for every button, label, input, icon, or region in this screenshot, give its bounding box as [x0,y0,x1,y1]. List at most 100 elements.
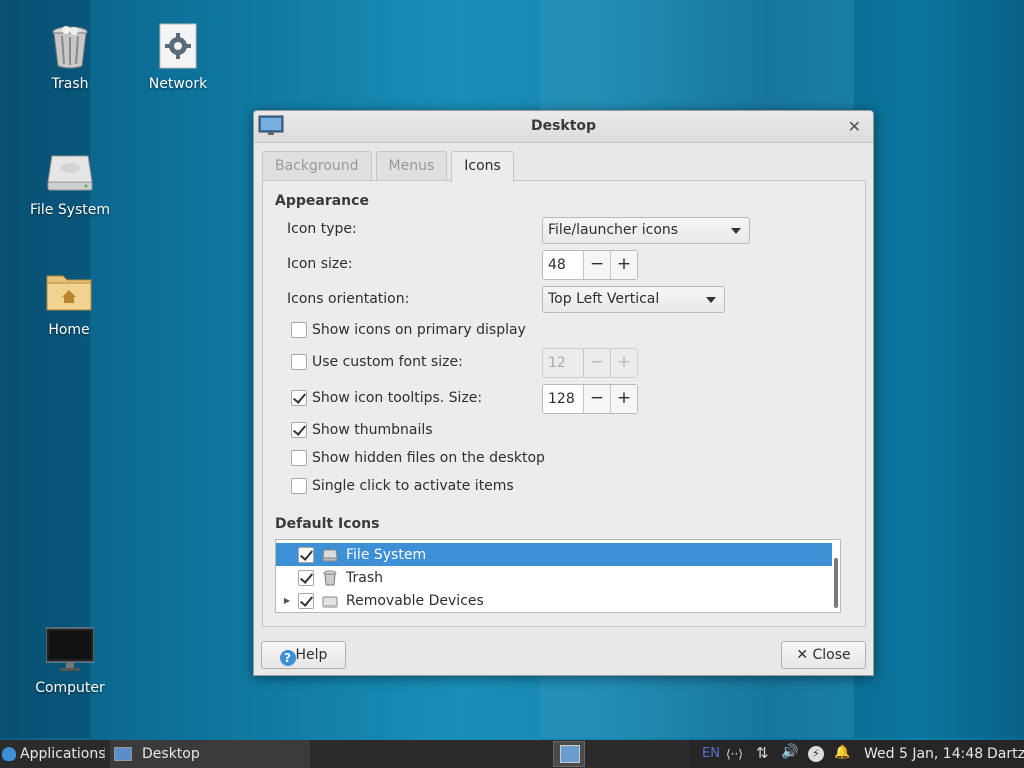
removable-drive-icon [322,593,338,609]
taskbar-separator [104,748,106,760]
hard-drive-icon [46,148,94,196]
icon-type-value: File/launcher icons [548,222,679,238]
default-icons-heading: Default Icons [275,516,380,532]
plus-icon[interactable]: + [610,385,637,413]
checkbox-box[interactable] [291,450,307,466]
icon-size-label: Icon size: [287,256,353,272]
gear-icon [154,22,202,70]
show-primary-checkbox[interactable]: Show icons on primary display [291,322,526,338]
checkbox-box[interactable] [291,422,307,438]
help-icon: ? [279,650,296,666]
minus-icon[interactable]: − [583,251,610,279]
desktop-icon-label: Trash [51,76,89,92]
checkbox-box[interactable] [291,354,307,370]
home-folder-icon [45,268,93,316]
desktop-icon-label: Network [148,76,208,92]
tooltips-checkbox[interactable]: Show icon tooltips. Size: [291,390,482,406]
custom-font-checkbox[interactable]: Use custom font size: [291,354,463,370]
icon-size-value[interactable]: 48 [543,251,583,279]
plus-icon[interactable]: + [610,251,637,279]
desktop-icon-computer[interactable]: Computer [15,626,125,696]
desktop-icon-trash[interactable]: Trash [15,22,125,92]
taskbar: Applications Desktop EN ⟨··⟩ ⇅ 🔊 ⚡ 🔔 Wed… [0,740,1024,768]
close-button[interactable]: ✕ Close [781,641,866,669]
list-item-trash[interactable]: Trash [276,566,832,589]
hard-drive-icon [322,547,338,563]
list-item-label: File System [346,546,427,563]
custom-font-label: Use custom font size: [312,354,463,370]
keyboard-layout-indicator[interactable]: EN [702,740,720,768]
notification-bell-icon[interactable]: 🔔 [834,745,850,761]
taskbar-task-desktop[interactable]: Desktop [110,740,310,768]
transfer-arrows-icon[interactable]: ⇅ [756,744,772,762]
chevron-down-icon [706,297,716,303]
list-item-removable-devices[interactable]: ▶ Removable Devices [276,589,832,612]
tab-background[interactable]: Background [262,151,372,181]
default-icons-list[interactable]: File System Trash ▶ Removable Devices [275,539,841,613]
help-button[interactable]: ? Help [261,641,346,669]
monitor-icon [45,626,95,674]
close-label: Close [812,647,851,663]
checkbox-box[interactable] [291,322,307,338]
desktop-settings-window: Desktop ✕ Background Menus Icons Appeara… [253,110,874,676]
user-name[interactable]: Dartz [987,740,1024,768]
clock[interactable]: Wed 5 Jan, 14:48 [864,740,983,768]
plus-icon: + [610,349,637,377]
applications-label: Applications [20,746,106,762]
tooltips-size-spinner[interactable]: 128 − + [542,384,638,414]
thumbnails-checkbox[interactable]: Show thumbnails [291,422,433,438]
list-item-label: Trash [346,569,383,586]
hidden-files-label: Show hidden files on the desktop [312,450,545,466]
checkbox-box[interactable] [291,478,307,494]
minus-icon[interactable]: − [583,385,610,413]
desktop-icon-home[interactable]: Home [14,268,124,338]
applications-menu-button[interactable]: Applications [2,740,106,768]
network-icon[interactable]: ⟨··⟩ [726,747,743,763]
close-icon: ✕ [796,647,813,663]
tab-menus[interactable]: Menus [375,151,448,181]
tab-icons[interactable]: Icons [451,151,514,182]
desktop-icon-file-system[interactable]: File System [15,148,125,218]
appearance-heading: Appearance [275,193,369,209]
orientation-combo[interactable]: Top Left Vertical [542,286,725,313]
desktop-icon-label: Computer [35,680,105,696]
close-icon[interactable]: ✕ [848,117,861,136]
window-titlebar[interactable]: Desktop ✕ [254,111,873,143]
row-checkbox[interactable] [298,569,314,586]
task-label: Desktop [142,746,200,762]
tab-bar: Background Menus Icons [262,151,518,182]
custom-font-value: 12 [548,355,566,371]
orientation-value: Top Left Vertical [548,291,660,307]
single-click-label: Single click to activate items [312,478,514,494]
trash-icon [46,22,94,70]
tooltips-size-value[interactable]: 128 [543,385,583,413]
power-icon[interactable]: ⚡ [808,746,824,762]
hidden-files-checkbox[interactable]: Show hidden files on the desktop [291,450,545,466]
checkbox-box[interactable] [291,390,307,406]
icon-size-spinner[interactable]: 48 − + [542,250,638,280]
list-item-label: Removable Devices [346,592,484,609]
row-checkbox[interactable] [298,592,314,609]
help-label: Help [295,647,328,663]
list-scrollbar[interactable] [834,558,838,608]
list-item-file-system[interactable]: File System [276,543,832,566]
expander-arrow-icon[interactable]: ▶ [276,596,298,605]
icon-type-combo[interactable]: File/launcher icons [542,217,750,244]
window-title: Desktop [530,118,597,134]
single-click-checkbox[interactable]: Single click to activate items [291,478,514,494]
chevron-down-icon [731,228,741,234]
desktop-settings-icon [114,747,132,761]
workspace-monitor-icon [560,745,580,763]
trash-icon [322,570,338,586]
desktop-icon-label: File System [29,202,111,218]
icon-type-label: Icon type: [287,221,357,237]
desktop-icon-label: Home [48,322,90,338]
workspace-switcher[interactable] [553,741,585,767]
icons-panel: Appearance Icon type: File/launcher icon… [262,180,866,627]
desktop-icon-network[interactable]: Network [123,22,233,92]
minus-icon: − [583,349,610,377]
row-checkbox[interactable] [298,546,314,563]
volume-icon[interactable]: 🔊 [781,744,798,760]
tooltips-label: Show icon tooltips. Size: [312,390,483,406]
xfce-logo-icon [2,747,16,761]
